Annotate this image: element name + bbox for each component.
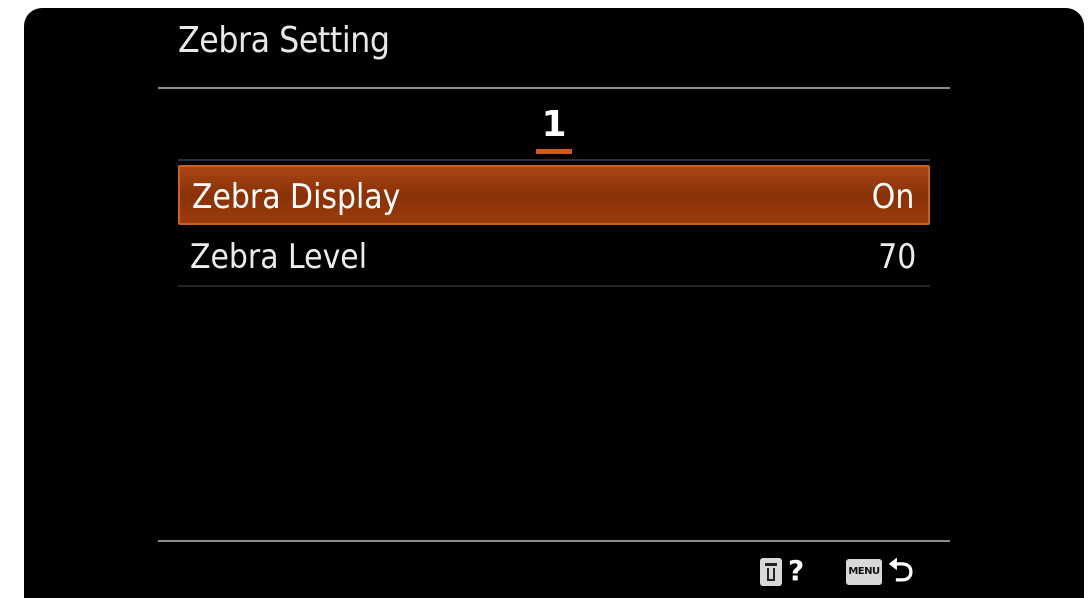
back-arrow-icon[interactable]: ⮌ [888,552,914,588]
trash-can [767,568,775,581]
page-title: Zebra Setting [178,20,390,61]
camera-menu-screen: Zebra Setting 1 Zebra Display On Zebra L… [24,8,1084,598]
button-guide: ? MENU ⮌ [24,552,1084,590]
title-divider [158,87,950,89]
menu-item-label: Zebra Level [190,237,368,277]
tab-divider [178,159,930,161]
footer-divider [158,540,950,542]
help-icon[interactable]: ? [788,554,804,587]
menu-item-value: On [871,177,914,217]
menu-item-label: Zebra Display [192,177,401,217]
trash-icon[interactable] [760,558,782,586]
menu-item-zebra-level[interactable]: Zebra Level 70 [178,227,930,287]
trash-lid [765,563,777,566]
page-tab-1[interactable]: 1 [534,104,574,146]
active-page-indicator [536,149,572,154]
menu-button-icon[interactable]: MENU [846,559,882,585]
menu-item-value: 70 [877,237,916,277]
menu-item-zebra-display[interactable]: Zebra Display On [178,165,930,225]
